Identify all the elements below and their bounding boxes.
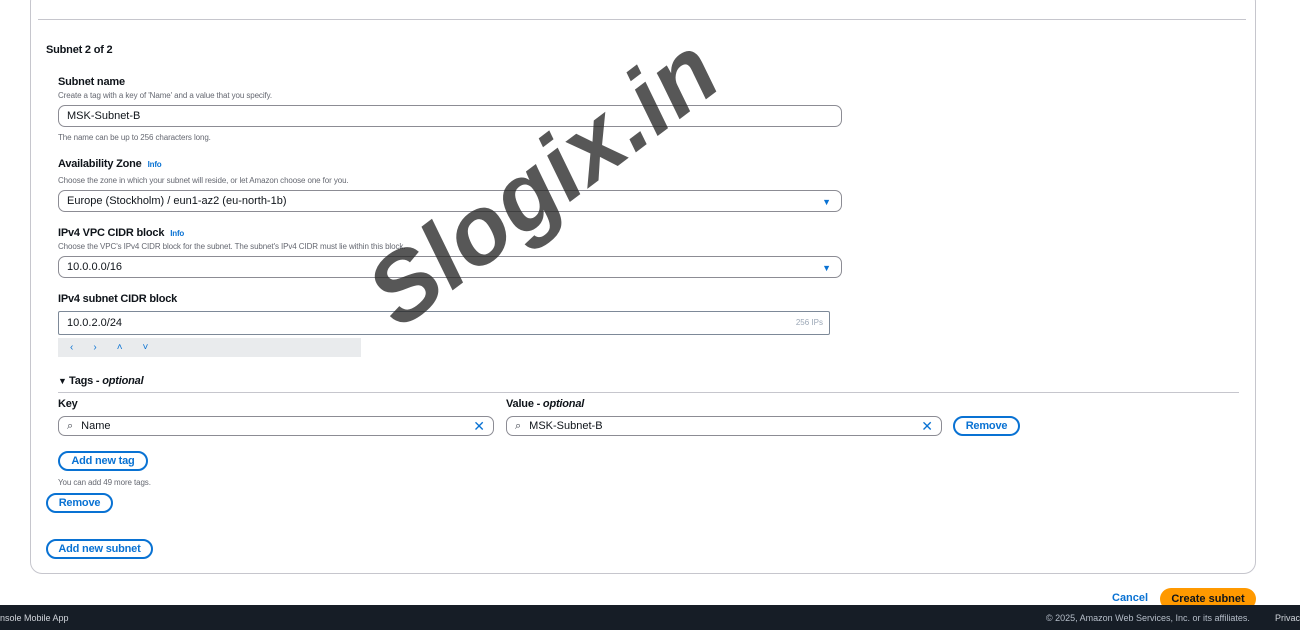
top-divider — [38, 19, 1246, 20]
chevron-up-icon[interactable]: ˄ — [117, 342, 123, 353]
subnet-cidr-ip-count: 256 IPs — [795, 318, 823, 327]
caret-down-icon: ▼ — [822, 197, 831, 207]
tag-key-value: Name — [81, 420, 111, 432]
tags-title: Tags - — [69, 375, 100, 387]
search-icon: ⌕ — [67, 419, 74, 432]
search-icon: ⌕ — [515, 419, 522, 432]
remove-subnet-button[interactable]: Remove — [46, 493, 113, 513]
subnet-name-label: Subnet name — [58, 76, 125, 88]
tags-optional: optional — [102, 375, 144, 387]
tag-value-value: MSK-Subnet-B — [529, 420, 603, 432]
subnet-name-hint: The name can be up to 256 characters lon… — [58, 133, 211, 142]
vpc-cidr-value: 10.0.0.0/16 — [67, 261, 123, 273]
section-title: Subnet 2 of 2 — [46, 44, 113, 56]
subnet-cidr-label: IPv4 subnet CIDR block — [58, 293, 178, 305]
footer-mobile-app-link[interactable]: nsole Mobile App — [0, 613, 69, 623]
add-new-tag-button[interactable]: Add new tag — [58, 451, 148, 471]
tag-key-label: Key — [58, 398, 78, 410]
subnet-name-description: Create a tag with a key of 'Name' and a … — [58, 91, 273, 100]
subnet-cidr-value: 10.0.2.0/24 — [67, 317, 123, 329]
tag-value-optional: optional — [542, 398, 585, 410]
tags-remaining-hint: You can add 49 more tags. — [58, 478, 151, 487]
availability-zone-label-text: Availability Zone — [58, 158, 142, 170]
vpc-cidr-label-text: IPv4 VPC CIDR block — [58, 227, 165, 239]
tag-value-label-text: Value - — [506, 398, 541, 410]
caret-down-icon: ▼ — [822, 263, 831, 273]
cancel-button[interactable]: Cancel — [1112, 592, 1148, 604]
tags-expander[interactable]: ▼ Tags - optional — [58, 375, 144, 387]
availability-zone-value: Europe (Stockholm) / eun1-az2 (eu-north-… — [67, 195, 287, 207]
cidr-stepper-bar: ‹ › ˄ ˅ — [58, 338, 361, 357]
close-icon[interactable]: ✕ — [473, 418, 485, 435]
footer-privacy-link[interactable]: Privac — [1275, 613, 1300, 623]
triangle-down-icon: ▼ — [58, 376, 70, 386]
vpc-cidr-info-link[interactable]: Info — [170, 229, 184, 238]
tag-value-label: Value - optional — [506, 398, 584, 410]
tag-value-input[interactable]: ⌕ MSK-Subnet-B ✕ — [506, 416, 942, 436]
tag-key-input[interactable]: ⌕ Name ✕ — [58, 416, 494, 436]
tags-divider — [58, 392, 1239, 393]
add-new-subnet-button[interactable]: Add new subnet — [46, 539, 153, 559]
console-footer: nsole Mobile App © 2025, Amazon Web Serv… — [0, 605, 1300, 630]
availability-zone-label: Availability Zone Info — [58, 158, 162, 170]
remove-tag-button[interactable]: Remove — [953, 416, 1020, 436]
subnet-name-value: MSK-Subnet-B — [67, 110, 141, 122]
vpc-cidr-description: Choose the VPC's IPv4 CIDR block for the… — [58, 242, 406, 251]
availability-zone-description: Choose the zone in which your subnet wil… — [58, 176, 349, 185]
chevron-left-icon[interactable]: ‹ — [70, 342, 73, 353]
chevron-right-icon[interactable]: › — [93, 342, 96, 353]
availability-zone-info-link[interactable]: Info — [148, 160, 162, 169]
vpc-cidr-label: IPv4 VPC CIDR block Info — [58, 227, 184, 239]
footer-copyright: © 2025, Amazon Web Services, Inc. or its… — [1046, 613, 1250, 623]
chevron-down-icon[interactable]: ˅ — [143, 342, 149, 353]
close-icon[interactable]: ✕ — [921, 418, 933, 435]
